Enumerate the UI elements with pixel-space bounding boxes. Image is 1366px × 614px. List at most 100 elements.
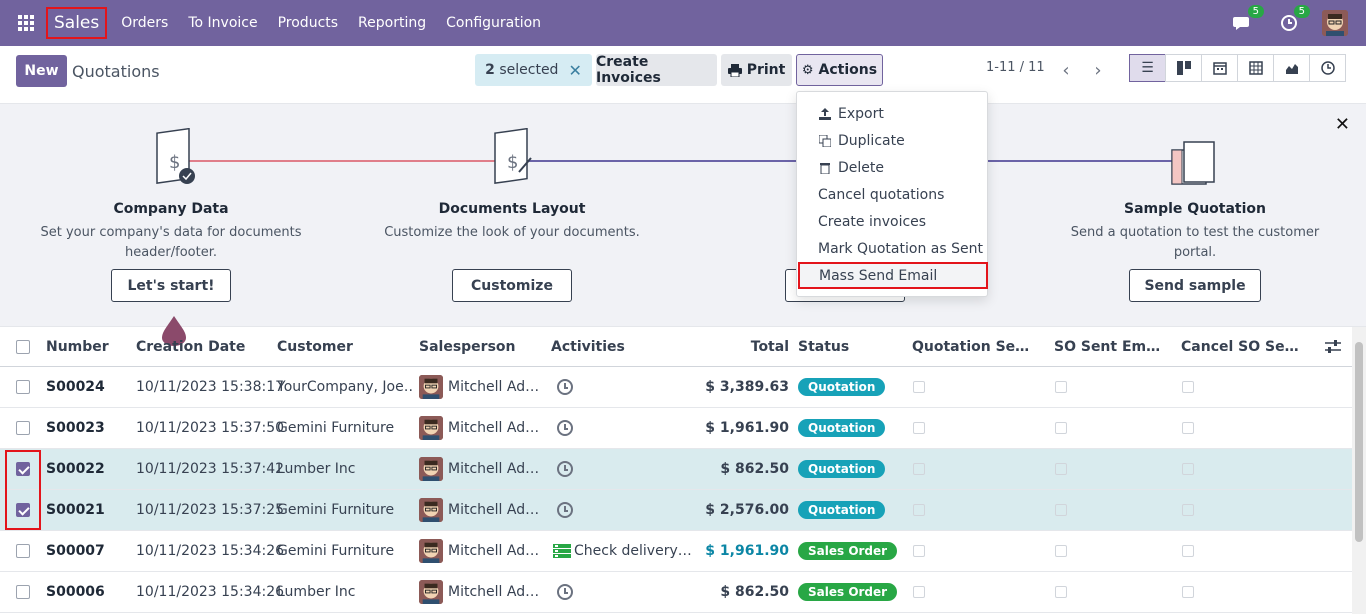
status-cell: Quotation [798, 449, 886, 489]
quotation-sent-checkbox [913, 531, 925, 571]
step-description: Set your company's data for documents hea… [40, 225, 302, 260]
graph-view-icon[interactable] [1273, 54, 1310, 82]
table-row[interactable]: S00022 10/11/2023 15:37:42 Lumber Inc Mitch… [0, 449, 1352, 490]
menu-item-mark-sent[interactable]: Mark Quotation as Sent [797, 235, 987, 262]
column-status[interactable]: Status [798, 327, 849, 367]
gear-icon: ⚙ [801, 62, 814, 78]
column-quotation-sent[interactable]: Quotation Se… [912, 327, 1029, 367]
status-cell: Quotation [798, 490, 886, 530]
menu-configuration[interactable]: Configuration [446, 15, 541, 31]
status-badge: Sales Order [798, 542, 898, 560]
cancel-so-checkbox [1182, 449, 1194, 489]
select-all-checkbox[interactable] [16, 327, 30, 367]
activity-view-icon[interactable] [1309, 54, 1346, 82]
row-checkbox[interactable] [16, 572, 30, 612]
send-sample-button[interactable]: Send sample [1129, 269, 1261, 302]
creation-date: 10/11/2023 15:34:26 [136, 543, 285, 559]
menu-to-invoice[interactable]: To Invoice [188, 15, 257, 31]
task-icon[interactable] [553, 544, 571, 558]
optional-columns-icon[interactable] [1325, 327, 1341, 367]
pager-previous-icon[interactable]: ‹ [1050, 56, 1082, 84]
menu-item-mass-send-email[interactable]: Mass Send Email [798, 262, 988, 289]
app-name-sales[interactable]: Sales [46, 7, 108, 39]
avatar [419, 416, 443, 440]
customer-name: Gemini Furniture [277, 543, 395, 559]
clock-icon[interactable] [557, 584, 573, 600]
menu-item-export[interactable]: Export [797, 100, 987, 127]
column-salesperson[interactable]: Salesperson [419, 327, 516, 367]
row-checkbox[interactable] [16, 367, 30, 407]
row-checkbox[interactable] [16, 408, 30, 448]
column-total[interactable]: Total [700, 327, 789, 367]
order-total: $ 1,961.90 [705, 543, 789, 559]
row-checkbox[interactable] [16, 531, 30, 571]
activity-summary[interactable]: Check delivery… [574, 543, 692, 559]
status-badge: Quotation [798, 419, 886, 437]
salesperson: Mitchell Ad… [419, 449, 544, 489]
clock-icon[interactable] [557, 420, 573, 436]
creation-date: 10/11/2023 15:38:17 [136, 379, 285, 395]
menu-orders[interactable]: Orders [121, 15, 168, 31]
customize-button[interactable]: Customize [452, 269, 572, 302]
print-button[interactable]: Print [721, 54, 792, 86]
calendar-view-icon[interactable] [1201, 54, 1238, 82]
column-customer[interactable]: Customer [277, 327, 353, 367]
menu-item-cancel-quotations[interactable]: Cancel quotations [797, 181, 987, 208]
status-badge: Quotation [798, 378, 886, 396]
create-invoices-button[interactable]: Create Invoices [596, 54, 717, 86]
creation-date: 10/11/2023 15:37:42 [136, 461, 285, 477]
menu-item-delete[interactable]: Delete [797, 154, 987, 181]
customer-name: YourCompany, Joe… [277, 379, 412, 395]
order-number: S00007 [46, 543, 105, 559]
column-number[interactable]: Number [46, 327, 109, 367]
selected-count: 2 [485, 62, 495, 78]
clock-icon[interactable] [557, 502, 573, 518]
clock-icon[interactable] [557, 461, 573, 477]
pager-next-icon[interactable]: › [1082, 56, 1114, 84]
cancel-so-checkbox [1182, 367, 1194, 407]
pivot-view-icon[interactable] [1237, 54, 1274, 82]
so-sent-email-checkbox [1055, 490, 1067, 530]
table-row[interactable]: S00006 10/11/2023 15:34:26 Lumber Inc Mitch… [0, 572, 1352, 613]
table-row[interactable]: S00024 10/11/2023 15:38:17 YourCompany, Jo… [0, 367, 1352, 408]
activity-button[interactable]: 5 [1276, 5, 1310, 36]
chat-button[interactable]: 5 [1230, 5, 1264, 36]
table-header: Number Creation Date Customer Salesperso… [0, 327, 1352, 367]
column-creation-date[interactable]: Creation Date [136, 327, 245, 367]
table-row[interactable]: S00021 10/11/2023 15:37:25 Gemini Furnitur… [0, 490, 1352, 531]
close-icon[interactable]: ✕ [1335, 114, 1350, 135]
lets-start-button[interactable]: Let's start! [111, 269, 231, 302]
new-button[interactable]: New [16, 55, 67, 87]
customer-name: Lumber Inc [277, 461, 356, 477]
clock-icon[interactable] [557, 379, 573, 395]
column-cancel-so[interactable]: Cancel SO Se… [1181, 327, 1299, 367]
so-sent-email-checkbox [1055, 408, 1067, 448]
scrollbar[interactable] [1352, 327, 1366, 614]
unselect-icon[interactable]: ✕ [568, 61, 581, 80]
progress-line [180, 160, 510, 162]
menu-item-create-invoices[interactable]: Create invoices [797, 208, 987, 235]
kanban-view-icon[interactable] [1165, 54, 1202, 82]
actions-dropdown: Export Duplicate Delete Cancel quotation… [796, 91, 988, 297]
activity-cell [553, 408, 693, 448]
status-badge: Sales Order [798, 583, 898, 601]
menu-products[interactable]: Products [278, 15, 338, 31]
user-avatar[interactable] [1322, 10, 1348, 36]
menu-item-duplicate[interactable]: Duplicate [797, 127, 987, 154]
column-activities[interactable]: Activities [551, 327, 625, 367]
activity-cell [553, 449, 693, 489]
pager-value[interactable]: 1-11 / 11 [986, 60, 1045, 75]
order-total: $ 862.50 [720, 461, 789, 477]
table-row[interactable]: S00007 10/11/2023 15:34:26 Gemini Furnitur… [0, 531, 1352, 572]
upload-icon [818, 107, 832, 120]
actions-button[interactable]: ⚙ Actions [796, 54, 883, 86]
cancel-so-checkbox [1182, 531, 1194, 571]
quotation-sent-checkbox [913, 449, 925, 489]
so-sent-email-checkbox [1055, 572, 1067, 612]
list-view-icon[interactable]: ☰ [1129, 54, 1166, 82]
avatar [419, 539, 443, 563]
menu-reporting[interactable]: Reporting [358, 15, 426, 31]
apps-menu-icon[interactable] [6, 0, 46, 46]
column-so-sent-email[interactable]: SO Sent Em… [1054, 327, 1160, 367]
table-row[interactable]: S00023 10/11/2023 15:37:50 Gemini Furnitur… [0, 408, 1352, 449]
